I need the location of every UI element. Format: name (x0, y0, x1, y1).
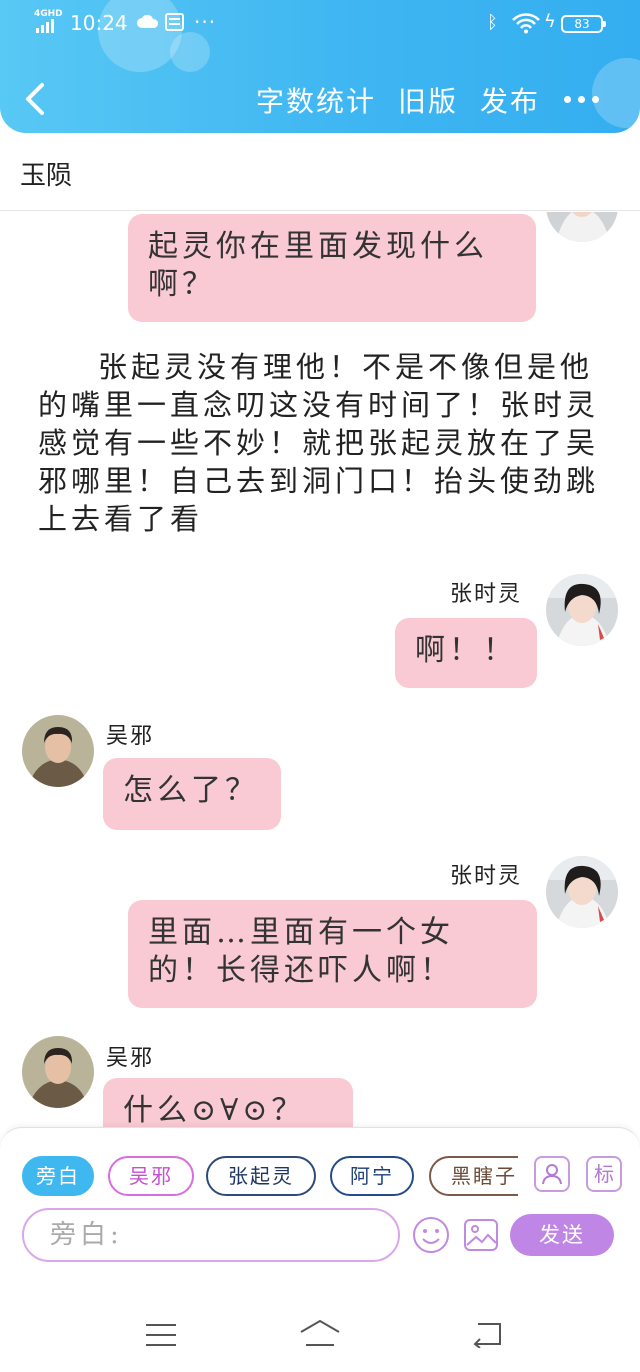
message-bubble: 怎么了？ (103, 758, 281, 830)
avatar-wu-xie[interactable] (22, 1036, 94, 1108)
image-icon[interactable] (462, 1216, 500, 1254)
narration-text: 张起灵没有理他！不是不像但是他的嘴里一直念叨这没有时间了！张时灵感觉有一些不妙！… (38, 350, 600, 536)
chip-hei-xiazi[interactable]: 黑瞎子 (429, 1156, 518, 1196)
message-text: 里面…里面有一个女的！长得还吓人啊！ (148, 915, 454, 988)
tag-icon-label: 标 (594, 1162, 614, 1186)
message-bubble: 里面…里面有一个女的！长得还吓人啊！ (128, 900, 537, 1008)
story-title: 玉陨 (20, 161, 73, 191)
more-notifications-icon: ··· (194, 10, 217, 34)
message-bubble: 啊！！ (395, 618, 537, 688)
emoji-icon[interactable] (412, 1216, 450, 1254)
speaker-name: 吴邪 (106, 1046, 155, 1071)
more-icon[interactable] (564, 96, 600, 104)
avatar-zhang-shiling[interactable] (546, 212, 618, 242)
role-chips: 旁白 吴邪 张起灵 阿宁 黑瞎子 (22, 1156, 518, 1198)
header-actions: 字数统计 旧版 发布 (256, 80, 540, 120)
sim-card-icon (165, 13, 184, 31)
charging-icon: ϟ (544, 11, 556, 32)
avatar-wu-xie[interactable] (22, 715, 94, 787)
speaker-name: 吴邪 (106, 724, 155, 749)
wifi-icon (512, 13, 540, 34)
send-button[interactable]: 发送 (510, 1214, 614, 1256)
cloud-icon (137, 14, 159, 28)
role-manage-icon[interactable] (534, 1156, 570, 1192)
chip-zhang-qiling[interactable]: 张起灵 (206, 1156, 316, 1196)
message-text: 起灵你在里面发现什么啊？ (148, 229, 488, 302)
chat-area[interactable]: 起灵你在里面发现什么啊？ 张起灵没有理他！不是不像但是他的嘴里一直念叨这没有时间… (0, 212, 640, 1128)
title-bar: 玉陨 (0, 133, 640, 211)
message-text: 什么⊙∀⊙？ (123, 1093, 306, 1128)
chip-a-ning[interactable]: 阿宁 (330, 1156, 414, 1196)
app-root: 4GHD 10:24 ··· ᛒ ϟ 83 字数统计 旧版 发布 玉陨 起灵你在… (0, 0, 640, 1372)
system-nav-bar (0, 1262, 640, 1372)
speaker-name: 张时灵 (450, 864, 523, 889)
dialogue-input[interactable]: 旁白: (22, 1208, 400, 1262)
avatar-zhang-shiling[interactable] (546, 574, 618, 646)
tag-icon[interactable]: 标 (586, 1156, 622, 1192)
clock: 10:24 (70, 11, 128, 35)
signal-icon (36, 19, 54, 33)
speaker-name: 张时灵 (450, 582, 523, 607)
message-bubble: 什么⊙∀⊙？ (103, 1078, 353, 1128)
chip-wu-xie[interactable]: 吴邪 (108, 1156, 194, 1196)
nav-home-icon[interactable] (298, 1318, 342, 1348)
back-icon[interactable] (22, 82, 48, 116)
top-header: 4GHD 10:24 ··· ᛒ ϟ 83 字数统计 旧版 发布 (0, 0, 640, 133)
publish-button[interactable]: 发布 (480, 80, 540, 120)
nav-menu-icon[interactable] (146, 1324, 176, 1348)
bluetooth-icon: ᛒ (487, 12, 498, 33)
network-type: 4GHD (34, 9, 63, 19)
message-text: 怎么了？ (123, 773, 259, 808)
decor-bubble (592, 58, 640, 128)
battery-icon: 83 (561, 15, 606, 33)
chip-narration[interactable]: 旁白 (22, 1156, 94, 1196)
message-bubble: 起灵你在里面发现什么啊？ (128, 214, 536, 322)
composer-panel: 旁白 吴邪 张起灵 阿宁 黑瞎子 标 旁白: 发送 (0, 1127, 640, 1262)
nav-back-icon[interactable] (472, 1320, 504, 1348)
input-placeholder: 旁白: (50, 1220, 123, 1250)
avatar-zhang-shiling[interactable] (546, 856, 618, 928)
battery-level: 83 (574, 17, 590, 31)
message-text: 啊！！ (415, 633, 517, 668)
status-bar: 4GHD 10:24 ··· ᛒ ϟ 83 (0, 0, 640, 50)
old-version-button[interactable]: 旧版 (398, 80, 458, 120)
word-count-button[interactable]: 字数统计 (256, 80, 376, 120)
